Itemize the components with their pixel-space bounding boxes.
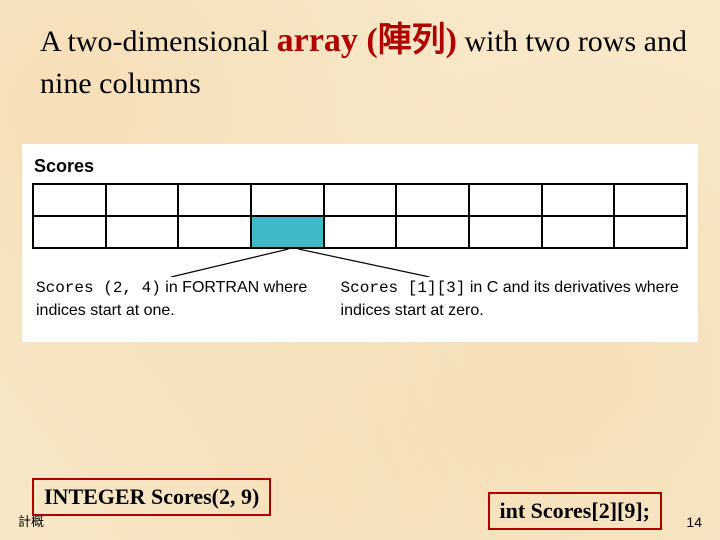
- caption-fortran-code: Scores (2, 4): [36, 279, 161, 297]
- grid-cell: [542, 216, 615, 248]
- footer-label: 計概: [18, 511, 44, 530]
- page-number: 14: [686, 514, 702, 530]
- c-declaration: int Scores[2][9];: [488, 492, 663, 530]
- array-figure: Scores Scores (2, 4) in FORTRAN where in…: [22, 144, 698, 341]
- grid-cell: [542, 184, 615, 216]
- figure-captions: Scores (2, 4) in FORTRAN where indices s…: [32, 277, 688, 321]
- grid-cell: [614, 216, 687, 248]
- grid-cell: [324, 184, 397, 216]
- grid-cell: [178, 216, 251, 248]
- grid-cell: [469, 184, 542, 216]
- grid-cell: [469, 216, 542, 248]
- grid-cell: [106, 184, 179, 216]
- grid-cell: [324, 216, 397, 248]
- grid-cell: [33, 216, 106, 248]
- pointer-lines: [32, 249, 688, 277]
- caption-c: Scores [1][3] in C and its derivatives w…: [341, 277, 684, 321]
- grid-cell: [178, 184, 251, 216]
- fortran-declaration: INTEGER Scores(2, 9): [32, 478, 271, 516]
- grid-cell: [106, 216, 179, 248]
- array-grid: [32, 183, 688, 249]
- grid-cell: [396, 216, 469, 248]
- title-emph: array (陣列): [277, 22, 457, 59]
- caption-c-code: Scores [1][3]: [341, 279, 466, 297]
- array-label: Scores: [32, 156, 688, 177]
- grid-cell: [396, 184, 469, 216]
- caption-fortran: Scores (2, 4) in FORTRAN where indices s…: [36, 277, 341, 321]
- grid-cell: [614, 184, 687, 216]
- grid-cell-highlighted: [251, 216, 324, 248]
- slide-title: A two-dimensional array (陣列) with two ro…: [0, 0, 720, 104]
- title-pre: A two-dimensional: [40, 25, 277, 58]
- grid-cell: [33, 184, 106, 216]
- grid-cell: [251, 184, 324, 216]
